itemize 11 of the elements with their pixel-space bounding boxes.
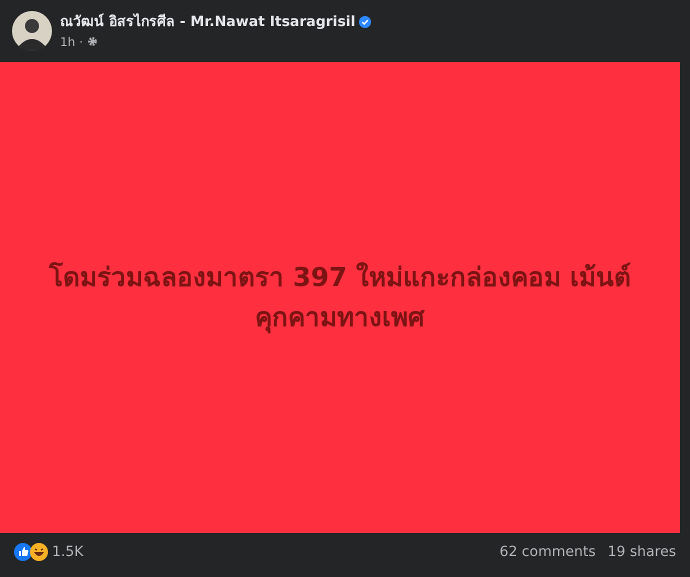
avatar[interactable] [12,11,52,51]
headline: โดมร่วมฉลองมาตรา 397 ใหม่แกะกล่องคอม เม้นต์คุกคามทางเพศ [48,260,632,336]
like-icon[interactable] [14,543,32,561]
shares-count[interactable]: 19 shares [608,542,676,562]
reaction-count[interactable]: 1.5K [52,542,84,562]
laughing-face-icon[interactable] [30,543,48,561]
comments-count[interactable]: 62 comments [500,542,596,562]
post-time[interactable]: 1h [60,32,76,50]
author-name[interactable]: ณวัฒน์ อิสรไกรศีล - Mr.Nawat Itsaragrisil [60,12,356,32]
separator-dot: · [79,34,84,50]
gear-icon [87,36,98,47]
